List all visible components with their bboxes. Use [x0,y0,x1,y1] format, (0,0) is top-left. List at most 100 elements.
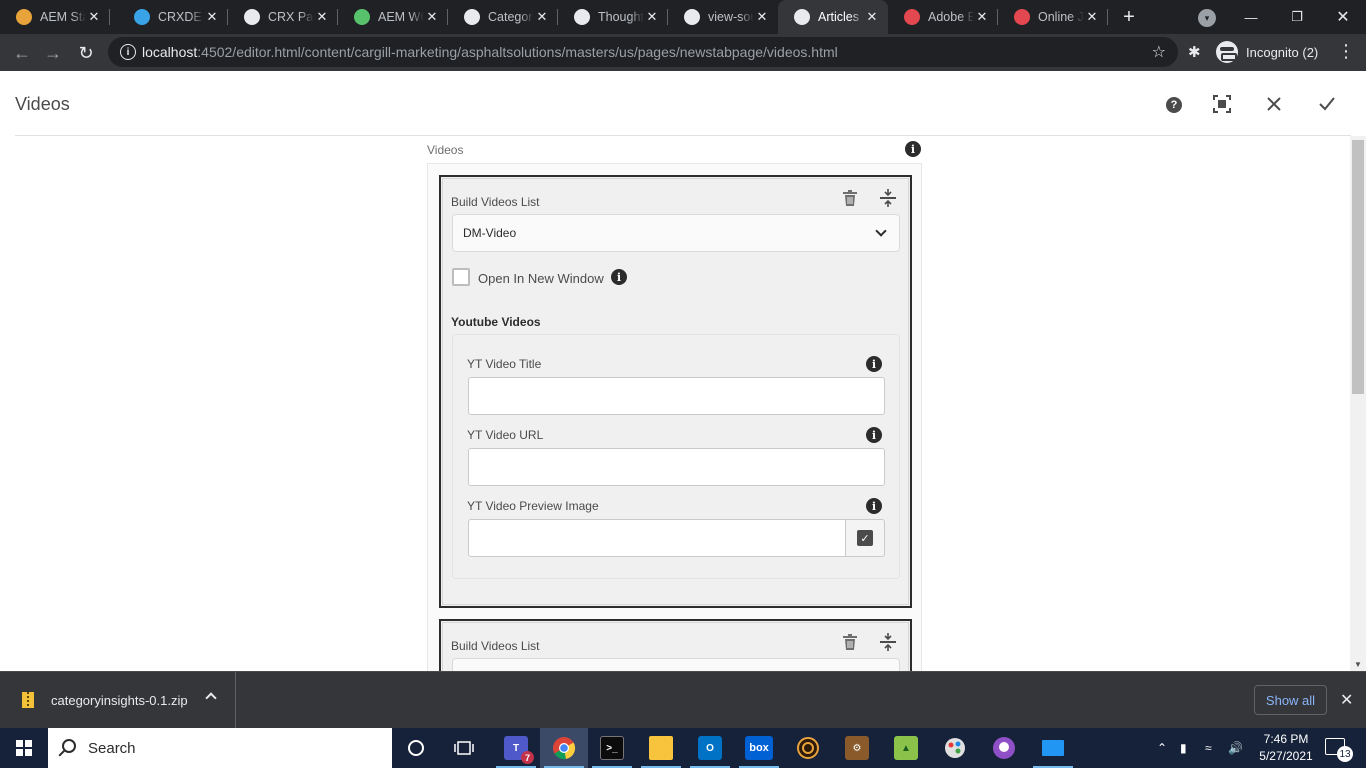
close-tab-icon[interactable]: ✕ [86,9,102,25]
scrollbar-thumb[interactable] [1352,140,1364,394]
tab-separator [1107,9,1108,25]
cortana-icon[interactable] [392,728,440,768]
zip-file-icon [22,692,34,708]
yt-video-preview-image-input[interactable] [468,519,846,557]
address-bar[interactable]: i localhost:4502/editor.html/content/car… [108,37,1178,67]
tab-title: AEM Sta [40,10,86,24]
reorder-move-icon[interactable] [879,188,897,208]
back-button[interactable]: ← [9,40,35,66]
open-in-new-window-checkbox[interactable] [452,268,470,286]
close-tab-icon[interactable]: ✕ [314,9,330,25]
wifi-icon[interactable]: ≈ [1205,728,1212,768]
tab-2[interactable]: CRX Pac✕ [228,0,338,34]
show-hidden-icons-icon[interactable]: ⌃ [1157,728,1167,768]
battery-icon[interactable]: ▮ [1180,728,1187,768]
tab-search-icon[interactable]: ▾ [1198,9,1216,27]
task-view-icon[interactable] [440,728,488,768]
box-icon[interactable]: box [735,728,783,768]
yt-video-preview-image-label: YT Video Preview Image [467,499,599,513]
download-filename: categoryinsights-0.1.zip [51,692,188,708]
vertical-scrollbar[interactable]: ▼ [1350,136,1366,671]
yt-video-url-input[interactable] [468,448,885,486]
browser-menu-icon[interactable]: ⋮ [1337,41,1355,62]
globe-icon [464,9,480,25]
tab-4[interactable]: Categor ✕ [448,0,558,34]
chart-app-icon[interactable]: ▲ [882,728,930,768]
tab-7[interactable]: Articles ✕ [778,0,888,34]
url-text: localhost:4502/editor.html/content/cargi… [142,44,838,60]
taskbar-clock[interactable]: 7:46 PM 5/27/2021 [1252,731,1320,765]
restore-button[interactable]: ❐ [1274,0,1320,34]
minimize-button[interactable]: — [1228,0,1274,34]
clock-date: 5/27/2021 [1259,749,1313,763]
multifield-item: Build Videos List DM-Video Open In New W… [439,175,912,608]
extensions-icon[interactable]: ✱ [1188,43,1201,61]
incognito-profile-button[interactable]: Incognito (2) [1216,39,1318,65]
info-icon[interactable]: i [866,356,882,372]
close-downloads-icon[interactable]: ✕ [1340,690,1353,710]
github-icon[interactable] [980,728,1028,768]
fullscreen-icon[interactable] [1211,93,1233,115]
dialog-header: Videos ? [0,71,1366,136]
taskbar-search-box[interactable]: Search [48,728,392,768]
adobe-icon [904,9,920,25]
start-button[interactable] [0,728,48,768]
close-tab-icon[interactable]: ✕ [644,9,660,25]
info-icon[interactable]: i [905,141,921,157]
bookmark-star-icon[interactable]: ☆ [1152,42,1166,62]
reorder-move-icon[interactable] [879,632,897,652]
outlook-icon[interactable]: O [686,728,734,768]
tab-6[interactable]: view-sou ✕ [668,0,778,34]
info-icon[interactable]: i [866,498,882,514]
close-tab-icon[interactable]: ✕ [754,9,770,25]
reload-button[interactable]: ↻ [73,40,99,66]
info-icon[interactable]: i [611,269,627,285]
video-type-select[interactable]: DM-Video [452,214,900,252]
aem-icon[interactable] [784,728,832,768]
tab-9[interactable]: Online J ✕ [998,0,1108,34]
info-icon[interactable]: i [866,427,882,443]
video-type-select[interactable] [452,658,900,671]
tab-title: AEM WC [378,10,424,24]
tab-5[interactable]: Thought ✕ [558,0,668,34]
file-explorer-icon[interactable] [637,728,685,768]
paint-app-icon[interactable] [931,728,979,768]
aem-icon [16,9,32,25]
show-all-button[interactable]: Show all [1254,685,1327,715]
terminal-icon[interactable]: >_ [588,728,636,768]
delete-trash-icon[interactable] [841,633,859,651]
chevron-up-icon[interactable] [205,692,217,704]
volume-icon[interactable]: 🔊 [1228,728,1243,768]
tab-8[interactable]: Adobe E ✕ [888,0,998,34]
scroll-down-arrow-icon[interactable]: ▼ [1354,660,1362,669]
site-info-icon[interactable]: i [120,44,136,60]
tab-1[interactable]: CRXDE L✕ [118,0,228,34]
close-tab-icon[interactable]: ✕ [864,9,880,25]
tab-0[interactable]: AEM Sta ✕ [0,0,110,34]
teams-icon[interactable]: T7 [492,728,540,768]
globe-icon [794,9,810,25]
youtube-videos-heading: Youtube Videos [451,315,541,329]
close-window-button[interactable]: ✕ [1320,0,1366,34]
forward-button[interactable]: → [40,40,66,66]
chrome-icon[interactable] [540,728,588,768]
close-tab-icon[interactable]: ✕ [424,9,440,25]
help-icon[interactable]: ? [1166,97,1182,113]
new-tab-button[interactable]: + [1117,5,1141,29]
done-check-icon[interactable] [1316,93,1338,115]
chevron-down-icon [875,225,887,237]
tab-3[interactable]: AEM WC✕ [338,0,448,34]
delete-trash-icon[interactable] [841,189,859,207]
close-tab-icon[interactable]: ✕ [1084,9,1100,25]
close-tab-icon[interactable]: ✕ [204,9,220,25]
download-item[interactable]: categoryinsights-0.1.zip [0,672,236,728]
earth-icon [354,9,370,25]
path-browse-button[interactable]: ✓ [845,519,885,557]
game-app-icon[interactable]: ⚙ [833,728,881,768]
yt-video-title-input[interactable] [468,377,885,415]
videos-multifield: Build Videos List DM-Video Open In New W… [427,163,922,671]
close-tab-icon[interactable]: ✕ [534,9,550,25]
cancel-close-icon[interactable] [1263,93,1285,115]
close-tab-icon[interactable]: ✕ [974,9,990,25]
remote-desktop-icon[interactable] [1029,728,1077,768]
